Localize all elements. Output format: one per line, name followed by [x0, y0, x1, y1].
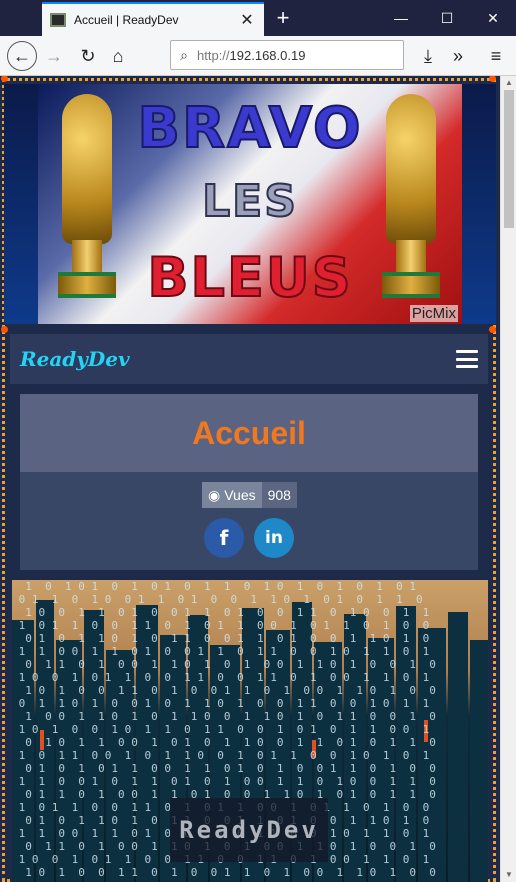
- banner-side-left: [4, 84, 40, 324]
- forward-icon[interactable]: →: [38, 40, 70, 72]
- page-card: Accueil ◉ Vues 908 f in: [20, 394, 478, 570]
- close-tab-icon[interactable]: ✕: [236, 9, 258, 31]
- page-viewport: BRAVO LES BLEUS PicMix ReadyDev Accueil …: [0, 76, 516, 882]
- back-icon: ←: [7, 41, 37, 71]
- banner-watermark: PicMix: [409, 305, 458, 322]
- banner-image: BRAVO LES BLEUS PicMix: [38, 84, 462, 324]
- tab-strip: Accueil | ReadyDev ✕ + — ☐ ✕: [0, 0, 516, 36]
- active-tab[interactable]: Accueil | ReadyDev ✕: [42, 2, 264, 36]
- banner-line-1: BRAVO: [136, 95, 363, 162]
- views-count: 908: [261, 482, 297, 508]
- site-navbar: ReadyDev: [10, 334, 488, 384]
- home-icon[interactable]: ⌂: [102, 40, 134, 72]
- frame-corner: [1, 326, 8, 333]
- favicon-icon: [50, 13, 66, 27]
- menu-icon[interactable]: ≡: [480, 40, 512, 72]
- url-protocol: http://: [197, 47, 230, 63]
- banner-line-2: LES: [201, 175, 298, 228]
- download-icon[interactable]: ⤓: [412, 40, 444, 72]
- url-bar[interactable]: ⌕ http://192.168.0.19: [170, 40, 404, 70]
- views-label: ◉ Vues: [202, 482, 262, 508]
- scroll-thumb[interactable]: [504, 90, 514, 228]
- minimize-button[interactable]: —: [378, 0, 424, 36]
- hero-title: ReadyDev: [170, 798, 328, 862]
- linkedin-icon[interactable]: in: [254, 518, 294, 558]
- page-title: Accueil: [192, 414, 306, 451]
- back-button[interactable]: ←: [6, 40, 38, 72]
- views-badge: ◉ Vues 908: [202, 482, 297, 508]
- views-label-text: Vues: [224, 487, 256, 503]
- scroll-up-icon[interactable]: ▲: [501, 76, 516, 90]
- overflow-icon[interactable]: »: [442, 40, 474, 72]
- search-icon: ⌕: [180, 46, 188, 63]
- browser-toolbar: ← → ↻ ⌂ ⌕ http://192.168.0.19 ⤓ » ≡: [0, 36, 516, 76]
- close-window-button[interactable]: ✕: [470, 0, 516, 36]
- url-text: http://192.168.0.19: [197, 48, 305, 63]
- scroll-down-icon[interactable]: ▼: [501, 868, 516, 882]
- hamburger-icon[interactable]: [456, 350, 478, 368]
- hero-image: 1 0 1 0 1 0 1 0 1 0 1 1 0 1 0 1 0 1 0 1 …: [12, 580, 488, 882]
- site-logo[interactable]: ReadyDev: [20, 347, 130, 371]
- maximize-button[interactable]: ☐: [424, 0, 470, 36]
- url-host: 192.168.0.19: [229, 47, 306, 63]
- card-header: Accueil: [20, 394, 478, 472]
- reload-icon[interactable]: ↻: [72, 40, 104, 72]
- eye-icon: ◉: [208, 486, 221, 503]
- card-body: ◉ Vues 908 f in: [20, 472, 478, 570]
- banner-line-3: BLEUS: [146, 245, 353, 310]
- banner-side-right: [460, 84, 496, 324]
- new-tab-button[interactable]: +: [270, 4, 296, 32]
- facebook-icon[interactable]: f: [204, 518, 244, 558]
- tab-title: Accueil | ReadyDev: [74, 13, 179, 27]
- frame-corner: [489, 326, 496, 333]
- scrollbar[interactable]: ▲ ▼: [500, 76, 516, 882]
